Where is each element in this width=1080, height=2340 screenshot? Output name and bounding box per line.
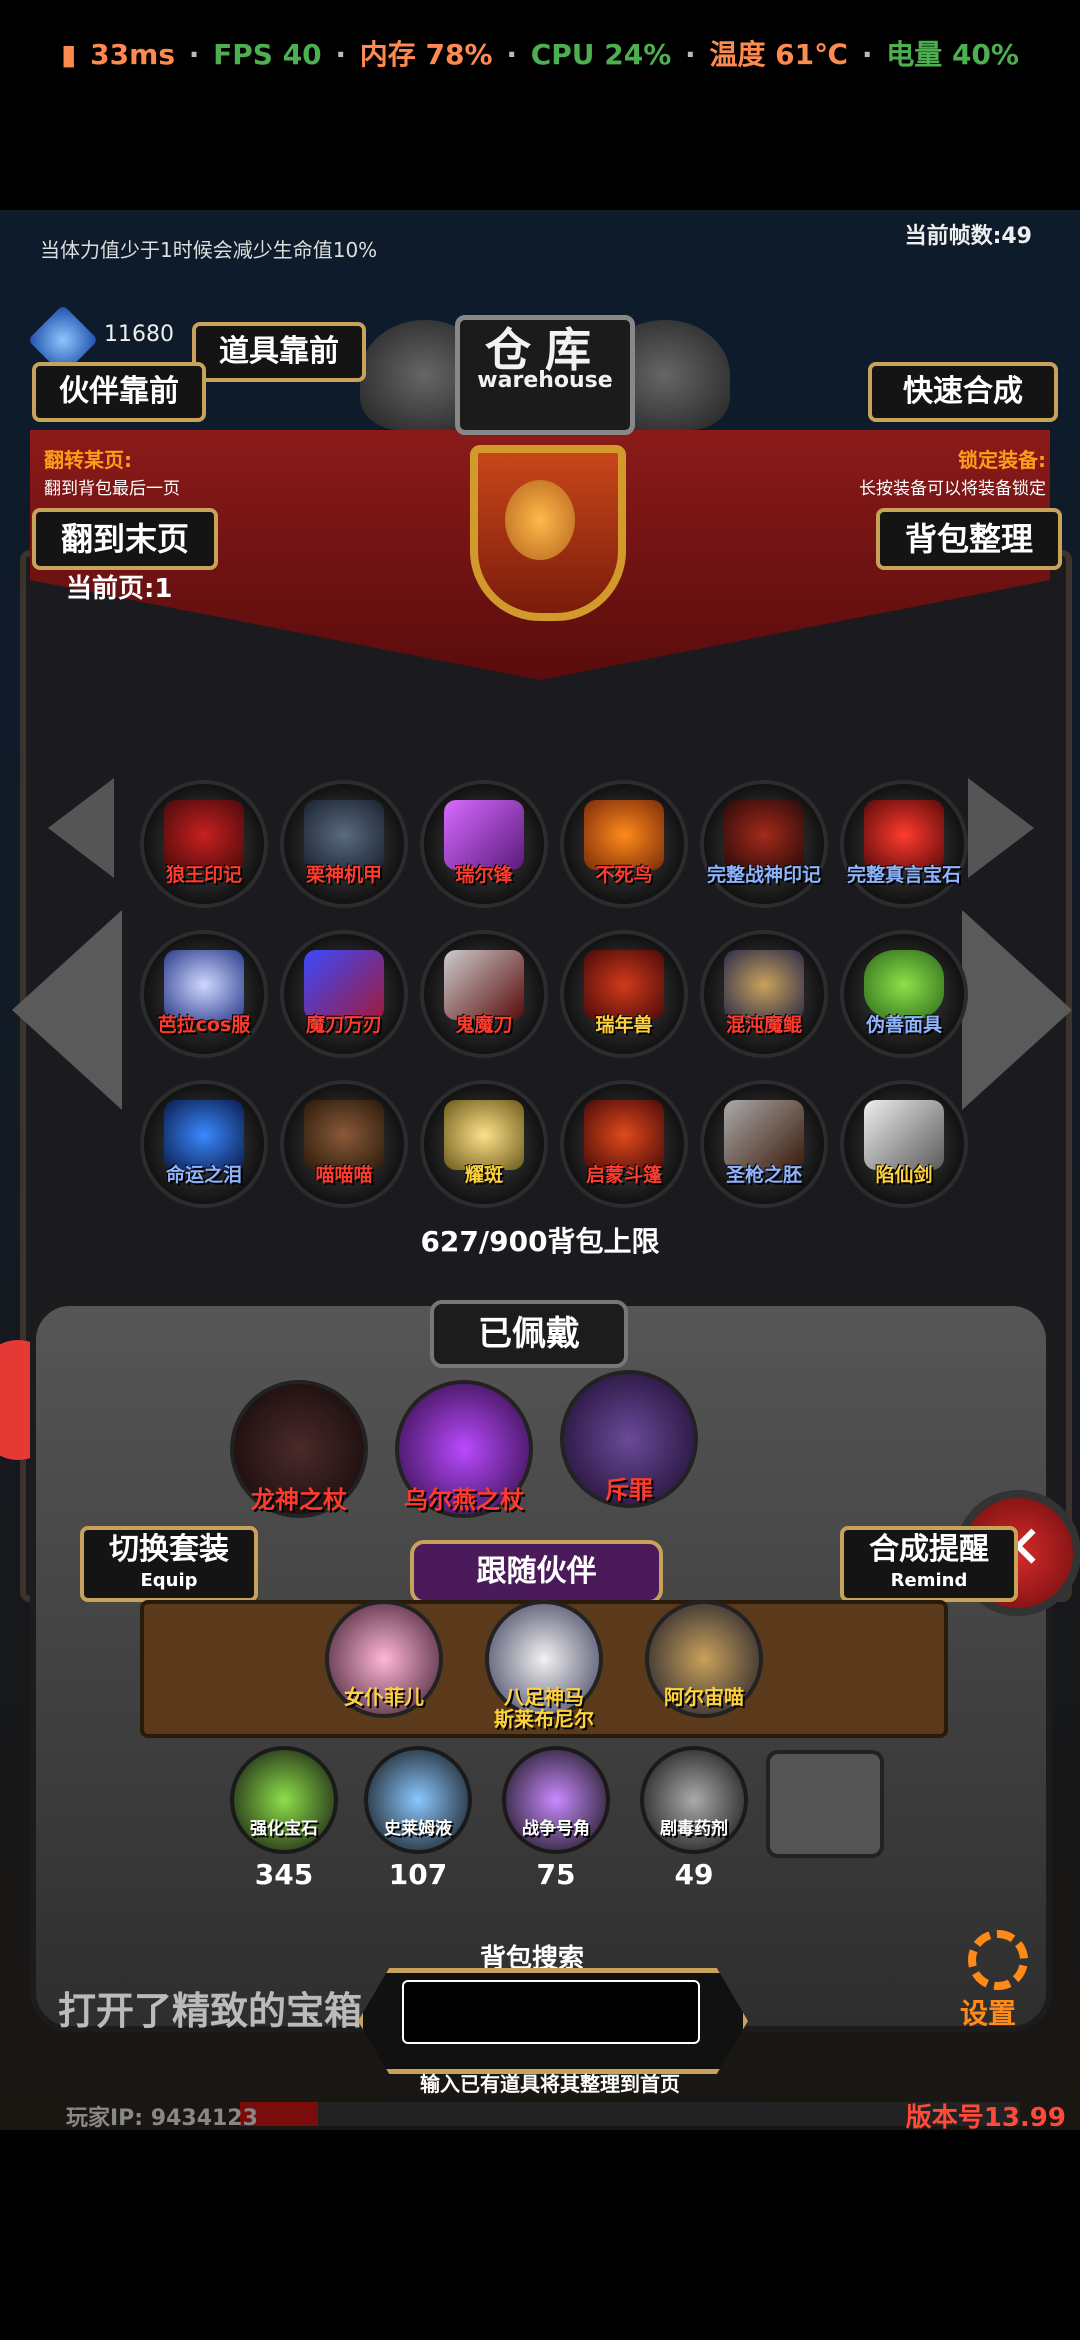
switch-set-button[interactable]: 切换套装 Equip [80,1526,258,1602]
bag-item[interactable]: 伪善面具 [840,930,968,1058]
chat-message: 打开了精致的宝箱 [58,1989,363,2033]
battery-text: 电量 40% [886,38,1019,71]
stamina-note: 当体力值少于1时候会减少生命值10% [40,238,378,262]
signal-icon: ▮ [61,38,77,71]
equipped-item[interactable]: 乌尔燕之杖 [395,1380,533,1518]
partner-front-button[interactable]: 伙伴靠前 [32,362,206,422]
quick-combine-button[interactable]: 快速合成 [868,362,1058,422]
bag-item[interactable]: 命运之泪 [140,1080,268,1208]
bag-item[interactable]: 栗神机甲 [280,780,408,908]
lock-hint: 长按装备可以将装备锁定 [859,479,1046,499]
cpu-text: CPU 24% [530,38,672,71]
bag-item[interactable]: 芭拉cos服 [140,930,268,1058]
bag-search-hint: 输入已有道具将其整理到首页 [420,2072,680,2096]
flip-label: 翻转某页: [44,448,132,472]
equipped-item[interactable]: 龙神之杖 [230,1380,368,1518]
consumable-item[interactable]: 史莱姆液 107 [364,1746,472,1891]
current-fps: 当前帧数:49 [904,224,1032,249]
bag-item[interactable]: 完整真言宝石 [840,780,968,908]
bag-item[interactable]: 瑞尔锋 [420,780,548,908]
prev-page-small-arrow-icon[interactable] [48,778,114,878]
hp-bar [240,2102,1020,2126]
equipped-title: 已佩戴 [430,1300,628,1368]
bag-search-input[interactable] [402,1980,700,2044]
partner-pet[interactable]: 八足神马 斯莱布尼尔 [485,1600,603,1730]
follow-partner-title: 跟随伙伴 [410,1540,663,1604]
bag-item[interactable]: 混沌魔鲲 [700,930,828,1058]
temperature-text: 温度 61℃ [709,38,849,71]
prev-page-arrow-icon[interactable] [12,910,122,1110]
bag-item[interactable]: 瑞年兽 [560,930,688,1058]
bag-item[interactable]: 启蒙斗篷 [560,1080,688,1208]
bag-item[interactable]: 不死鸟 [560,780,688,908]
bag-item[interactable]: 圣枪之胚 [700,1080,828,1208]
consumable-item[interactable]: 强化宝石 345 [230,1746,338,1891]
gear-icon[interactable] [968,1930,1028,1990]
bag-item[interactable]: 完整战神印记 [700,780,828,908]
items-front-button[interactable]: 道具靠前 [192,322,366,382]
memory-text: 内存 78% [359,38,493,71]
lion-head-icon [505,480,575,560]
flip-hint: 翻到背包最后一页 [44,479,180,499]
empty-consumable-slot[interactable] [766,1750,884,1858]
bag-item[interactable]: 耀斑 [420,1080,548,1208]
equipped-item[interactable]: 斥罪 [560,1370,698,1508]
currency-amount: 11680 [104,322,174,347]
bag-item[interactable]: 鬼魔刀 [420,930,548,1058]
bag-item[interactable]: 陷仙剑 [840,1080,968,1208]
ping-text: 33ms [90,38,175,71]
bag-item[interactable]: 狼王印记 [140,780,268,908]
bag-capacity: 627/900背包上限 [420,1225,660,1258]
status-bar: ▮ 33ms · FPS 40 · 内存 78% · CPU 24% · 温度 … [61,38,1019,71]
settings-button[interactable]: 设置 [960,1992,1016,2032]
current-page: 当前页:1 [66,574,173,604]
partner-pet[interactable]: 阿尔宙喵 [645,1600,763,1718]
consumable-item[interactable]: 战争号角 75 [502,1746,610,1891]
game-viewport: 当体力值少于1时候会减少生命值10% 当前帧数:49 仓库 warehouse … [0,210,1080,2130]
combine-remind-button[interactable]: 合成提醒 Remind [840,1526,1018,1602]
bag-item[interactable]: 魔刀万刃 [280,930,408,1058]
to-last-page-button[interactable]: 翻到末页 [32,508,218,570]
bag-item[interactable]: 喵喵喵 [280,1080,408,1208]
fps-text: FPS 40 [213,38,322,71]
warehouse-title: 仓库 warehouse [455,315,635,435]
lock-label: 锁定装备: [958,448,1046,472]
consumable-item[interactable]: 剧毒药剂 49 [640,1746,748,1891]
partner-pet[interactable]: 女仆菲儿 [325,1600,443,1718]
bag-sort-button[interactable]: 背包整理 [876,508,1062,570]
version-number: 版本号13.99 [905,2103,1066,2130]
player-ip: 玩家IP: 9434123 [66,2106,258,2130]
